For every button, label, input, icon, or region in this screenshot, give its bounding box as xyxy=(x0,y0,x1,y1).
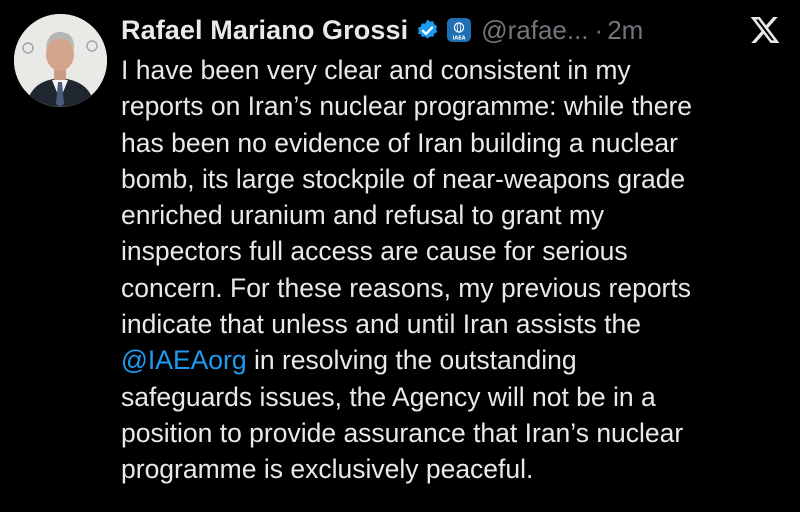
tweet-line: has been no evidence of Iran building a … xyxy=(121,127,678,158)
tweet-line: reports on Iran’s nuclear programme: whi… xyxy=(121,91,693,122)
mention-link[interactable]: @IAEAorg xyxy=(121,345,247,375)
tweet-line: enriched uranium and refusal to grant my xyxy=(121,200,605,231)
x-logo-icon xyxy=(749,14,781,46)
tweet-line: bomb, its large stockpile of near-weapon… xyxy=(121,163,686,194)
tweet-card: Rafael Mariano Grossi IAEA @rafae... · 2… xyxy=(0,0,800,512)
tweet-text: I have been very clear and consistent in… xyxy=(121,52,781,488)
tweet-line: inspectors full access are cause for ser… xyxy=(121,236,628,267)
tweet-line: I have been very clear and consistent in… xyxy=(121,55,631,85)
tweet-line: safeguards issues, the Agency will not b… xyxy=(121,381,656,412)
tweet-header: Rafael Mariano Grossi IAEA @rafae... · 2… xyxy=(121,10,701,50)
user-handle[interactable]: @rafae... xyxy=(481,15,588,46)
affiliate-badge-text: IAEA xyxy=(453,36,466,42)
tweet-line-with-mention: @IAEAorg in resolving the outstanding xyxy=(121,342,781,378)
separator-dot: · xyxy=(594,14,604,45)
affiliate-badge-icon[interactable]: IAEA xyxy=(447,18,472,42)
tweet-line: position to provide assurance that Iran’… xyxy=(121,417,684,448)
display-name[interactable]: Rafael Mariano Grossi xyxy=(121,15,408,46)
timestamp[interactable]: 2m xyxy=(607,15,643,46)
tweet-line: programme is exclusively peaceful. xyxy=(121,454,534,485)
avatar[interactable] xyxy=(14,14,107,107)
avatar-image xyxy=(14,14,107,107)
tweet-line: indicate that unless and until Iran assi… xyxy=(121,309,641,340)
verified-badge-icon xyxy=(415,18,440,43)
tweet-line: concern. For these reasons, my previous … xyxy=(121,272,691,303)
mention-trailing-text: in resolving the outstanding xyxy=(246,345,577,376)
